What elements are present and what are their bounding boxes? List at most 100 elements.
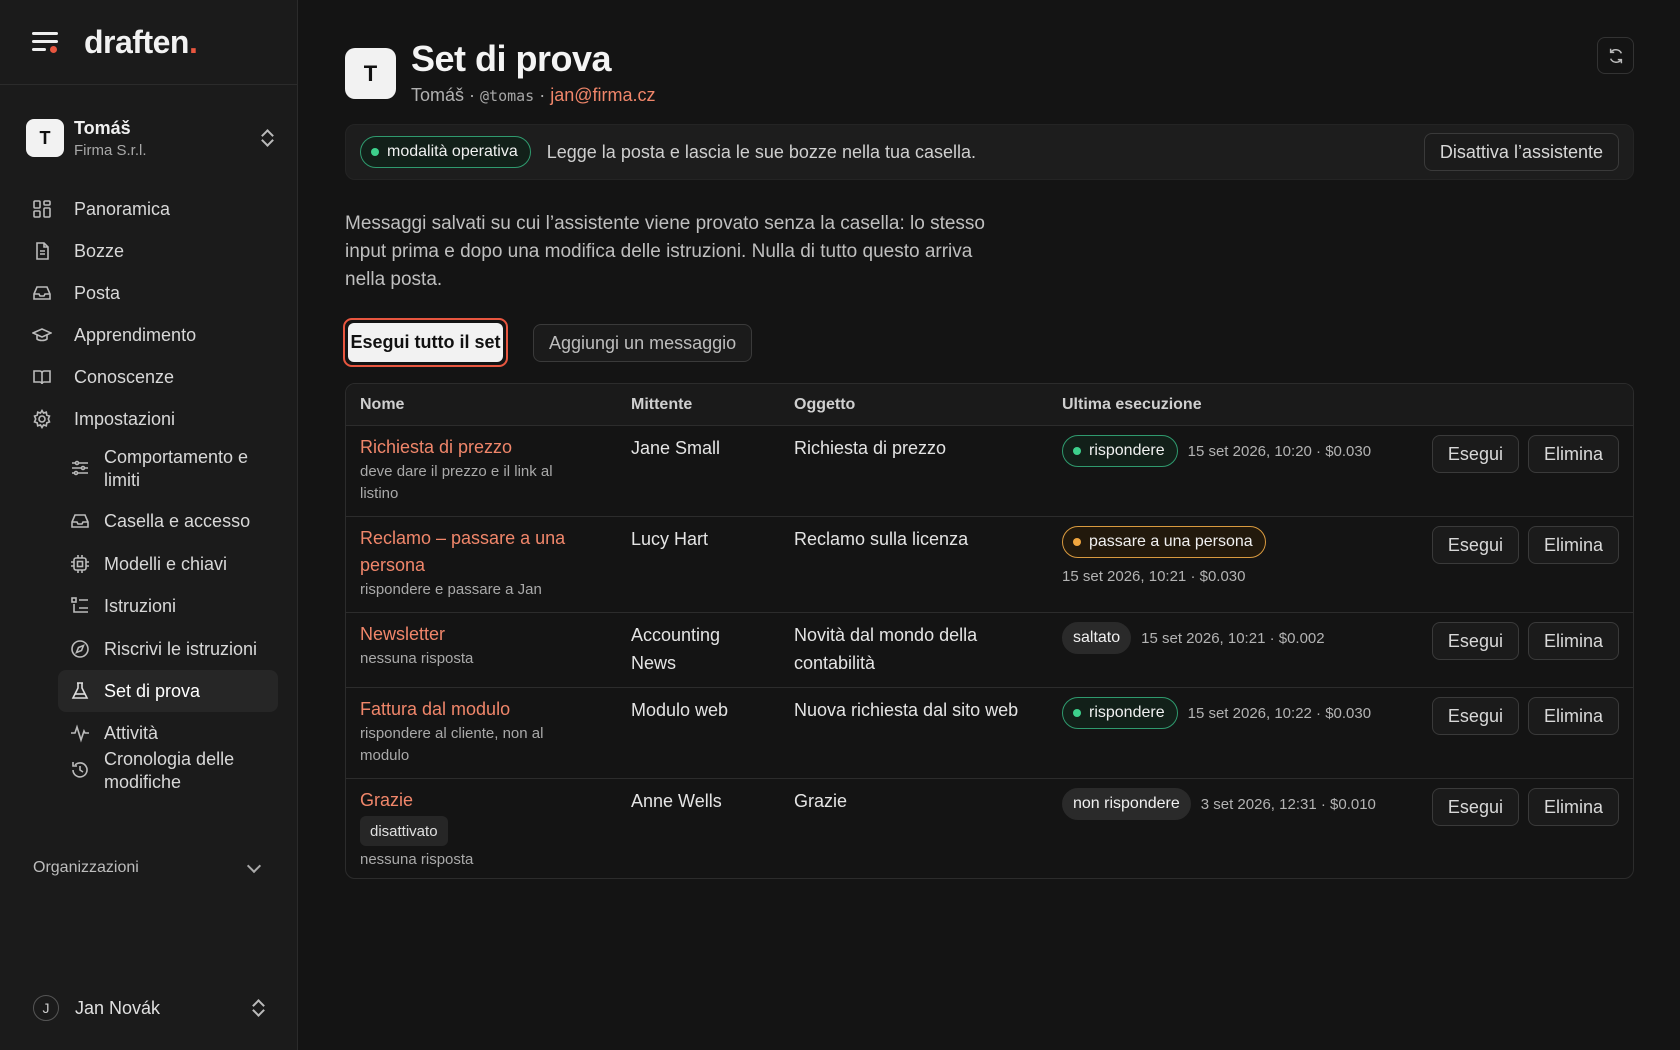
table-row: Newsletter nessuna risposta Accounting N…: [346, 613, 1633, 688]
menu-icon[interactable]: [32, 30, 60, 54]
refresh-icon: [1609, 48, 1622, 63]
subject: Novità dal mondo della contabilità: [794, 625, 978, 673]
run-button[interactable]: Esegui: [1431, 622, 1519, 660]
refresh-button[interactable]: [1597, 37, 1634, 74]
chip-icon: [70, 554, 90, 574]
run-button[interactable]: Esegui: [1431, 435, 1519, 473]
sidebar-item-label: Bozze: [74, 240, 125, 261]
column-header-subject[interactable]: Oggetto: [794, 396, 855, 414]
last-run-meta: 15 set 2026, 10:21 · $0.030: [1062, 568, 1246, 585]
disable-assistant-button[interactable]: Disattiva l’assistente: [1423, 133, 1619, 171]
grid-icon: [32, 199, 52, 219]
test-name-link[interactable]: Fattura dal modulo: [360, 696, 590, 723]
organizations-toggle[interactable]: Organizzazioni: [33, 857, 265, 879]
subject: Reclamo sulla licenza: [794, 529, 969, 549]
status-badge: non rispondere: [1062, 788, 1191, 820]
document-icon: [32, 241, 52, 261]
owner-email-link[interactable]: jan@firma.cz: [550, 85, 655, 105]
sidebar-item-label: Modelli e chiavi: [104, 553, 228, 574]
page-avatar: T: [345, 48, 396, 99]
run-button[interactable]: Esegui: [1431, 526, 1519, 564]
run-all-button[interactable]: Esegui tutto il set: [343, 318, 508, 367]
status-dot-icon: [1073, 538, 1081, 546]
sidebar-item-set-di-prova[interactable]: Set di prova: [58, 670, 278, 712]
workspace-name: Tomáš: [74, 117, 131, 138]
brand-header: draften.: [0, 0, 297, 85]
page-meta: Tomáš · @tomas · jan@firma.cz: [411, 85, 656, 106]
chevron-down-icon: [246, 858, 262, 873]
sidebar-item-cronologia[interactable]: Cronologia delle modifiche: [58, 748, 278, 796]
add-message-button[interactable]: Aggiungi un messaggio: [533, 324, 753, 362]
test-name-link[interactable]: Reclamo – passare a una persona: [360, 525, 590, 579]
subject: Grazie: [794, 791, 848, 811]
page-description: Messaggi salvati su cui l’assistente vie…: [345, 213, 985, 290]
sender: Accounting News: [631, 625, 721, 673]
delete-button[interactable]: Elimina: [1527, 697, 1619, 735]
compass-icon: [70, 639, 90, 659]
main-content: T Set di prova Tomáš · @tomas · jan@firm…: [299, 0, 1680, 1050]
disabled-badge: disattivato: [360, 816, 448, 846]
run-button[interactable]: Esegui: [1431, 697, 1519, 735]
workspace-company: Firma S.r.l.: [74, 141, 147, 159]
mode-description: Legge la posta e lascia le sue bozze nel…: [546, 141, 977, 162]
sidebar-item-label: Casella e accesso: [104, 510, 251, 531]
column-header-name[interactable]: Nome: [360, 396, 404, 414]
sidebar-item-label: Comportamento e limiti: [104, 447, 249, 490]
sidebar-item-label: Posta: [74, 282, 121, 303]
user-avatar: J: [33, 995, 59, 1021]
sidebar-item-conoscenze[interactable]: Conoscenze: [20, 356, 278, 398]
sidebar-item-bozze[interactable]: Bozze: [20, 230, 278, 272]
sidebar-item-posta[interactable]: Posta: [20, 272, 278, 314]
test-note: nessuna risposta: [360, 851, 474, 868]
sidebar-item-apprendimento[interactable]: Apprendimento: [20, 314, 278, 356]
test-name-link[interactable]: Newsletter: [360, 621, 590, 648]
sidebar-item-comportamento[interactable]: Comportamento e limiti: [58, 446, 278, 494]
mode-banner: modalità operativa Legge la posta e lasc…: [345, 124, 1634, 180]
logo[interactable]: draften.: [84, 24, 198, 61]
status-dot-icon: [1073, 709, 1081, 717]
status-dot-icon: [371, 148, 379, 156]
sidebar-item-casella[interactable]: Casella e accesso: [58, 500, 278, 542]
gear-icon: [32, 409, 52, 429]
sidebar-item-istruzioni[interactable]: Istruzioni: [58, 585, 278, 627]
delete-button[interactable]: Elimina: [1527, 622, 1619, 660]
sidebar-item-riscrivi[interactable]: Riscrivi le istruzioni: [58, 628, 278, 670]
sidebar-item-label: Istruzioni: [104, 595, 177, 616]
table-header: Nome Mittente Oggetto Ultima esecuzione: [346, 384, 1633, 426]
run-button[interactable]: Esegui: [1431, 788, 1519, 826]
delete-button[interactable]: Elimina: [1527, 788, 1619, 826]
workspace-avatar: T: [26, 119, 64, 157]
organizations-label: Organizzazioni: [33, 859, 139, 876]
user-menu[interactable]: J Jan Novák: [33, 993, 265, 1023]
column-header-last-run[interactable]: Ultima esecuzione: [1062, 396, 1202, 414]
sender: Jane Small: [631, 438, 721, 458]
last-run-meta: 15 set 2026, 10:22 · $0.030: [1187, 704, 1372, 722]
owner-handle: @tomas: [480, 87, 535, 105]
inbox-icon: [32, 283, 52, 303]
sender: Anne Wells: [631, 791, 722, 811]
test-note: rispondere e passare a Jan: [360, 581, 542, 598]
test-name-link[interactable]: Richiesta di prezzo: [360, 434, 590, 461]
sidebar-item-panoramica[interactable]: Panoramica: [20, 188, 278, 230]
status-badge: passare a una persona: [1062, 526, 1266, 558]
delete-button[interactable]: Elimina: [1527, 526, 1619, 564]
mode-badge: modalità operativa: [360, 136, 531, 168]
test-note: deve dare il prezzo e il link al listino: [360, 463, 553, 502]
column-header-from[interactable]: Mittente: [631, 396, 692, 414]
chevron-updown-icon: [260, 129, 274, 147]
sidebar: draften. T Tomáš Firma S.r.l. Panoramica…: [0, 0, 298, 1050]
status-badge: saltato: [1062, 622, 1132, 654]
delete-button[interactable]: Elimina: [1527, 435, 1619, 473]
sidebar-item-label: Cronologia delle modifiche: [104, 749, 235, 792]
page-title: Set di prova: [411, 38, 612, 79]
subject: Richiesta di prezzo: [794, 438, 947, 458]
table-row: Richiesta di prezzo deve dare il prezzo …: [346, 426, 1633, 517]
graduation-cap-icon: [32, 325, 52, 345]
workspace-switcher[interactable]: T Tomáš Firma S.r.l.: [26, 115, 274, 161]
subject: Nuova richiesta dal sito web: [794, 700, 1019, 720]
test-name-link[interactable]: Grazie: [360, 787, 590, 814]
list-icon: [70, 596, 90, 616]
sidebar-item-modelli[interactable]: Modelli e chiavi: [58, 543, 278, 585]
status-badge: rispondere: [1062, 435, 1178, 467]
sidebar-item-impostazioni[interactable]: Impostazioni: [20, 398, 278, 440]
